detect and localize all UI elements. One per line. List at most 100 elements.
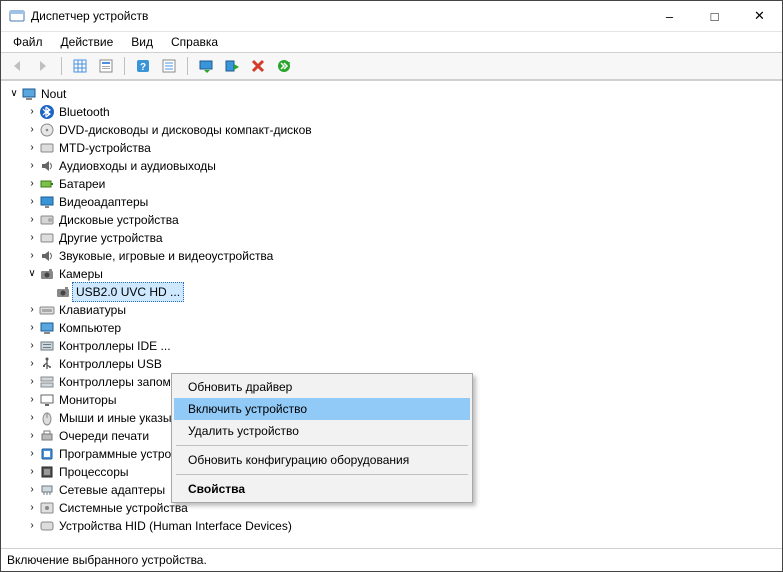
uninstall-device-button[interactable]	[246, 54, 270, 78]
tree-label: Дисковые устройства	[57, 211, 181, 229]
tree-category-battery[interactable]: › Батареи	[7, 175, 782, 193]
toolbar-separator	[124, 57, 125, 75]
expander-icon[interactable]: ›	[25, 481, 39, 499]
menubar: Файл Действие Вид Справка	[1, 32, 782, 52]
back-button[interactable]	[5, 54, 29, 78]
tree-label: Устройства HID (Human Interface Devices)	[57, 517, 294, 535]
tree-category-hid[interactable]: › Устройства HID (Human Interface Device…	[7, 517, 782, 535]
expander-icon[interactable]: ›	[25, 427, 39, 445]
properties-button[interactable]	[94, 54, 118, 78]
close-button[interactable]: ✕	[737, 1, 782, 31]
expander-icon[interactable]: ›	[25, 211, 39, 229]
menu-help[interactable]: Справка	[163, 34, 226, 50]
tree-category-disk[interactable]: › Дисковые устройства	[7, 211, 782, 229]
app-icon	[9, 8, 25, 24]
tree-category-video[interactable]: › Видеоадаптеры	[7, 193, 782, 211]
tree-label: Звуковые, игровые и видеоустройства	[57, 247, 275, 265]
expander-icon[interactable]: ›	[25, 139, 39, 157]
menu-view[interactable]: Вид	[123, 34, 161, 50]
expander-icon[interactable]: ›	[25, 319, 39, 337]
expander-icon[interactable]: ›	[25, 499, 39, 517]
expander-icon[interactable]: ›	[25, 391, 39, 409]
help-button[interactable]	[131, 54, 155, 78]
speaker-icon	[39, 158, 55, 174]
tree-view[interactable]: ∨ Nout › Bluetooth › DVD-дисководы и дис…	[1, 80, 782, 548]
minimize-button[interactable]: –	[647, 1, 692, 31]
storage-icon	[39, 374, 55, 390]
tree-category-dvd[interactable]: › DVD-дисководы и дисководы компакт-диск…	[7, 121, 782, 139]
generic-icon	[39, 230, 55, 246]
update-driver-button[interactable]	[194, 54, 218, 78]
camera-icon	[39, 266, 55, 282]
show-all-button[interactable]	[68, 54, 92, 78]
tree-device-cam0[interactable]: USB2.0 UVC HD ...	[7, 283, 782, 301]
expander-icon[interactable]: ›	[25, 103, 39, 121]
tree-category-other[interactable]: › Другие устройства	[7, 229, 782, 247]
expander-icon[interactable]: ›	[25, 247, 39, 265]
ctx-uninstall-device[interactable]: Удалить устройство	[174, 420, 470, 442]
tree-category-mtd[interactable]: › MTD-устройства	[7, 139, 782, 157]
tree-category-keyboards[interactable]: › Клавиатуры	[7, 301, 782, 319]
tree-category-ide[interactable]: › Контроллеры IDE ...	[7, 337, 782, 355]
toolbar	[1, 52, 782, 80]
computer-icon	[21, 86, 37, 102]
network-icon	[39, 482, 55, 498]
tree-category-avg[interactable]: › Звуковые, игровые и видеоустройства	[7, 247, 782, 265]
expander-icon[interactable]: ›	[25, 445, 39, 463]
tree-label: Другие устройства	[57, 229, 165, 247]
ctx-separator	[176, 445, 468, 446]
tree-category-computer[interactable]: › Компьютер	[7, 319, 782, 337]
tree-label: Мониторы	[57, 391, 118, 409]
forward-button[interactable]	[31, 54, 55, 78]
tree-root[interactable]: ∨ Nout	[7, 85, 782, 103]
tree-label: MTD-устройства	[57, 139, 153, 157]
expander-icon[interactable]: ›	[25, 337, 39, 355]
computer-icon	[39, 320, 55, 336]
maximize-button[interactable]: □	[692, 1, 737, 31]
software-icon	[39, 446, 55, 462]
menu-file[interactable]: Файл	[5, 34, 51, 50]
expander-icon[interactable]: ›	[25, 157, 39, 175]
context-menu: Обновить драйвер Включить устройство Уда…	[171, 373, 473, 503]
window-title: Диспетчер устройств	[31, 9, 647, 23]
tree-label: Bluetooth	[57, 103, 112, 121]
tree-category-usbctl[interactable]: › Контроллеры USB	[7, 355, 782, 373]
battery-icon	[39, 176, 55, 192]
expander-icon[interactable]: ›	[25, 517, 39, 535]
expander-icon[interactable]: ›	[25, 229, 39, 247]
enable-device-button[interactable]	[220, 54, 244, 78]
tree-label: Клавиатуры	[57, 301, 128, 319]
statusbar: Включение выбранного устройства.	[1, 548, 782, 571]
scan-hardware-button[interactable]	[272, 54, 296, 78]
display-icon	[39, 194, 55, 210]
expander-icon[interactable]: ›	[25, 175, 39, 193]
titlebar: Диспетчер устройств – □ ✕	[1, 1, 782, 32]
ctx-properties[interactable]: Свойства	[174, 478, 470, 500]
disc-icon	[39, 122, 55, 138]
expander-icon[interactable]: ∨	[7, 85, 21, 103]
expander-icon[interactable]: ›	[25, 463, 39, 481]
ctx-scan-hardware[interactable]: Обновить конфигурацию оборудования	[174, 449, 470, 471]
ctx-update-driver[interactable]: Обновить драйвер	[174, 376, 470, 398]
expander-icon[interactable]: ∨	[25, 265, 39, 283]
expander-icon[interactable]: ›	[25, 121, 39, 139]
tree-category-audio[interactable]: › Аудиовходы и аудиовыходы	[7, 157, 782, 175]
expander-icon[interactable]: ›	[25, 301, 39, 319]
list-button[interactable]	[157, 54, 181, 78]
toolbar-separator	[187, 57, 188, 75]
expander-icon[interactable]: ›	[25, 409, 39, 427]
tree-category-cameras[interactable]: ∨ Камеры	[7, 265, 782, 283]
tree-label: Батареи	[57, 175, 107, 193]
tree-label: Процессоры	[57, 463, 131, 481]
menu-action[interactable]: Действие	[53, 34, 122, 50]
tree-label: Видеоадаптеры	[57, 193, 150, 211]
expander-icon[interactable]: ›	[25, 373, 39, 391]
tree-category-bluetooth[interactable]: › Bluetooth	[7, 103, 782, 121]
expander-icon[interactable]: ›	[25, 355, 39, 373]
tree-label: Камеры	[57, 265, 105, 283]
keyboard-icon	[39, 302, 55, 318]
tree-label: Компьютер	[57, 319, 123, 337]
ctx-enable-device[interactable]: Включить устройство	[174, 398, 470, 420]
expander-icon[interactable]: ›	[25, 193, 39, 211]
mouse-icon	[39, 410, 55, 426]
